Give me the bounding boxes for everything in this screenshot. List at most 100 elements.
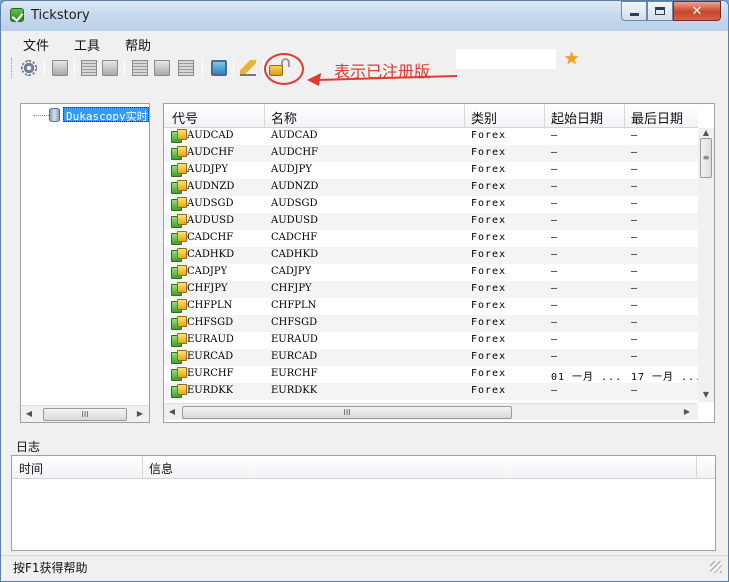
- tree-horizontal-scrollbar[interactable]: ◀ III ▶: [21, 405, 149, 422]
- title-bar[interactable]: Tickstory ✕: [1, 1, 728, 31]
- toolbar-grip[interactable]: [11, 58, 14, 78]
- column-divider[interactable]: [264, 104, 265, 128]
- cell-type: Forex: [471, 215, 507, 226]
- cell-type: Forex: [471, 334, 507, 345]
- cell-type: Forex: [471, 130, 507, 141]
- scroll-thumb[interactable]: III: [43, 408, 127, 421]
- cell-name: CADJPY: [271, 266, 312, 277]
- cell-code: EURCAD: [187, 351, 234, 362]
- export-icon[interactable]: [132, 60, 148, 76]
- column-divider[interactable]: [544, 104, 545, 128]
- table-row[interactable]: AUDUSD AUDUSD Forex – –: [164, 213, 698, 230]
- cell-end-date: –: [631, 266, 639, 277]
- source-tree[interactable]: Dukascopy实时数据 ◀ III ▶: [20, 103, 150, 423]
- vertical-scroll-thumb[interactable]: ≡: [700, 138, 712, 178]
- cell-type: Forex: [471, 198, 507, 209]
- edit-icon[interactable]: [240, 60, 256, 76]
- cell-type: Forex: [471, 385, 507, 396]
- table-row[interactable]: AUDNZD AUDNZD Forex – –: [164, 179, 698, 196]
- table-row[interactable]: CADHKD CADHKD Forex – –: [164, 247, 698, 264]
- cell-code: AUDJPY: [187, 164, 229, 175]
- column-header-end-date[interactable]: 最后日期: [631, 108, 683, 127]
- resize-grip[interactable]: [710, 561, 722, 573]
- column-header-name[interactable]: 名称: [271, 108, 297, 127]
- scroll-left-icon[interactable]: ◀: [24, 409, 34, 419]
- cell-code: AUDSGD: [187, 198, 234, 209]
- table-row[interactable]: CADCHF CADCHF Forex – –: [164, 230, 698, 247]
- cell-code: CADHKD: [187, 249, 235, 260]
- menu-help[interactable]: 帮助: [111, 33, 162, 54]
- table-row[interactable]: AUDSGD AUDSGD Forex – –: [164, 196, 698, 213]
- table-row[interactable]: CHFPLN CHFPLN Forex – –: [164, 298, 698, 315]
- cell-start-date: –: [551, 334, 559, 345]
- print-icon[interactable]: [52, 60, 68, 76]
- cell-name: CHFSGD: [271, 317, 318, 328]
- column-header-start-date[interactable]: 起始日期: [551, 108, 603, 127]
- cell-type: Forex: [471, 368, 507, 379]
- maximize-icon: [655, 7, 665, 15]
- cell-start-date: –: [551, 215, 559, 226]
- toolbar-separator: [124, 59, 125, 77]
- close-button[interactable]: ✕: [673, 1, 721, 21]
- chart-icon[interactable]: [154, 60, 170, 76]
- grid-header: 代号 名称 类别 起始日期 最后日期: [164, 104, 698, 128]
- scroll-down-icon[interactable]: ▼: [701, 390, 711, 400]
- cell-type: Forex: [471, 232, 507, 243]
- cell-name: AUDNZD: [271, 181, 319, 192]
- scroll-up-icon[interactable]: ▲: [701, 128, 711, 138]
- scroll-right-icon[interactable]: ▶: [135, 409, 145, 419]
- cell-start-date: –: [551, 317, 559, 328]
- column-divider[interactable]: [142, 456, 143, 479]
- cell-end-date: –: [631, 215, 639, 226]
- cell-code: CADJPY: [187, 266, 228, 277]
- annotation-circle: [264, 53, 304, 85]
- log-header: 时间 信息: [12, 456, 715, 479]
- log-list[interactable]: 时间 信息: [11, 455, 716, 551]
- toolbar-separator: [202, 59, 203, 77]
- tree-node-dukascopy[interactable]: Dukascopy实时数据: [63, 107, 149, 122]
- paste-icon[interactable]: [102, 60, 118, 76]
- maximize-button[interactable]: [647, 1, 673, 21]
- cell-end-date: –: [631, 334, 639, 345]
- cell-end-date: –: [631, 130, 639, 141]
- column-divider[interactable]: [464, 104, 465, 128]
- currency-pair-icon: [171, 350, 187, 364]
- cell-code: CHFPLN: [187, 300, 233, 311]
- table-row[interactable]: AUDJPY AUDJPY Forex – –: [164, 162, 698, 179]
- cell-name: CADHKD: [271, 249, 319, 260]
- scroll-left-icon[interactable]: ◀: [167, 407, 177, 417]
- scroll-right-icon[interactable]: ▶: [682, 407, 692, 417]
- cell-code: CHFJPY: [187, 283, 228, 294]
- table-row[interactable]: CADJPY CADJPY Forex – –: [164, 264, 698, 281]
- table-row[interactable]: EURDKK EURDKK Forex – –: [164, 383, 698, 400]
- table-row[interactable]: EURAUD EURAUD Forex – –: [164, 332, 698, 349]
- table-row[interactable]: CHFJPY CHFJPY Forex – –: [164, 281, 698, 298]
- grid-body: AUDCAD AUDCAD Forex – – AUDCHF AUDCHF Forex – – AU…: [164, 128, 698, 402]
- menu-tools[interactable]: 工具: [60, 33, 111, 54]
- status-bar: 按F1获得帮助: [1, 555, 728, 577]
- copy-icon[interactable]: [81, 60, 97, 76]
- table-row[interactable]: AUDCHF AUDCHF Forex – –: [164, 145, 698, 162]
- cell-start-date: 01 一月 ...: [551, 372, 623, 383]
- grid-vertical-scrollbar[interactable]: ▲ ≡ ▼: [698, 128, 714, 402]
- table-row[interactable]: EURCHF EURCHF Forex 01 一月 ... 17 一月 ...: [164, 366, 698, 383]
- table-row[interactable]: AUDCAD AUDCAD Forex – –: [164, 128, 698, 145]
- table-icon[interactable]: [178, 60, 194, 76]
- cell-start-date: –: [551, 181, 559, 192]
- menu-file[interactable]: 文件: [9, 33, 60, 54]
- log-column-message[interactable]: 信息: [149, 460, 173, 477]
- table-row[interactable]: EURCAD EURCAD Forex – –: [164, 349, 698, 366]
- table-row[interactable]: CHFSGD CHFSGD Forex – –: [164, 315, 698, 332]
- cell-end-date: 17 一月 ...: [631, 372, 698, 383]
- favorite-star-icon[interactable]: ★: [564, 49, 579, 69]
- column-header-type[interactable]: 类别: [471, 108, 497, 127]
- column-divider[interactable]: [696, 456, 697, 479]
- minimize-button[interactable]: [621, 1, 647, 21]
- column-header-code[interactable]: 代号: [172, 108, 198, 127]
- scroll-thumb[interactable]: III: [182, 406, 512, 419]
- log-column-time[interactable]: 时间: [19, 460, 43, 477]
- settings-gear-icon[interactable]: [21, 60, 37, 76]
- monitor-icon[interactable]: [211, 60, 227, 76]
- column-divider[interactable]: [624, 104, 625, 128]
- grid-horizontal-scrollbar[interactable]: ◀ III ▶: [164, 403, 698, 420]
